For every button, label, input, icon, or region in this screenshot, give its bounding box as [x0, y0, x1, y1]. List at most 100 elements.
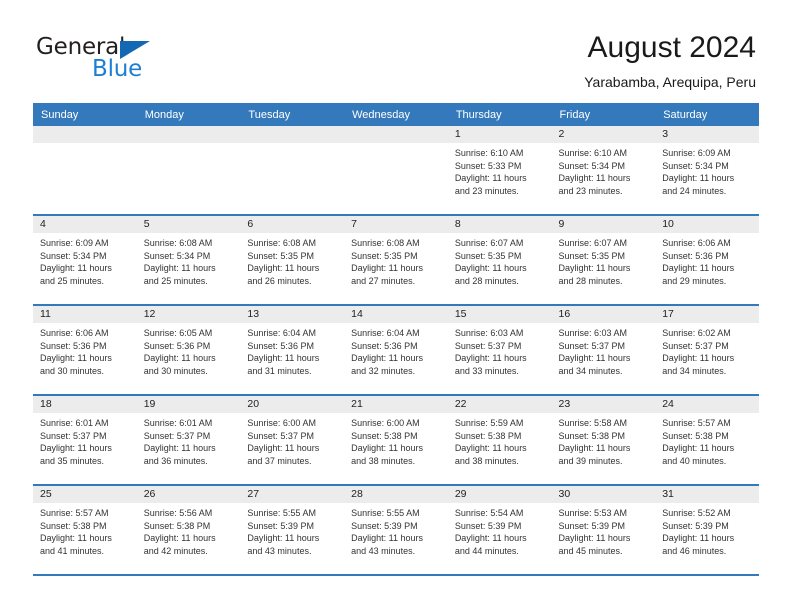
day-details: Sunrise: 6:09 AM Sunset: 5:34 PM Daylight:…	[655, 143, 759, 197]
sunset-time: Sunset: 5:37 PM	[247, 430, 314, 441]
day-cell: 1 Sunrise: 6:10 AM Sunset: 5:33 PM Daylight…	[447, 126, 552, 214]
day-cell: 15 Sunrise: 6:03 AM Sunset: 5:37 PM Dayligh…	[447, 306, 552, 394]
sunrise-time: Sunrise: 6:09 AM	[40, 238, 109, 248]
day-cell: 5 Sunrise: 6:08 AM Sunset: 5:34 PM Daylight…	[136, 216, 241, 304]
day-details: Sunrise: 5:55 AM Sunset: 5:39 PM Daylight:…	[240, 503, 344, 557]
day-number: 27	[240, 486, 345, 503]
day-number: 5	[136, 216, 241, 233]
day-number: 31	[655, 486, 759, 503]
day-details: Sunrise: 5:52 AM Sunset: 5:39 PM Daylight:…	[655, 503, 759, 557]
day-number: 24	[655, 396, 759, 413]
day-number: 28	[344, 486, 448, 503]
calendar-cell-day[interactable]: 15 Sunrise: 6:03 AM Sunset: 5:37 PM Dayligh…	[447, 305, 552, 396]
calendar-cell-day[interactable]: 9 Sunrise: 6:07 AM Sunset: 5:35 PM Daylight…	[551, 215, 656, 306]
daylight-duration-line2: and 28 minutes.	[558, 275, 623, 286]
sunset-time: Sunset: 5:38 PM	[351, 430, 418, 441]
sunrise-time: Sunrise: 5:55 AM	[247, 508, 316, 518]
calendar-cell-day[interactable]: 16 Sunrise: 6:03 AM Sunset: 5:37 PM Dayligh…	[551, 305, 656, 396]
day-number: 13	[240, 306, 345, 323]
sunrise-time: Sunrise: 6:10 AM	[558, 148, 628, 158]
calendar-cell-day[interactable]: 5 Sunrise: 6:08 AM Sunset: 5:34 PM Daylight…	[136, 215, 241, 306]
day-number: 14	[344, 306, 448, 323]
calendar-cell-day[interactable]: 22 Sunrise: 5:59 AM Sunset: 5:38 PM Dayligh…	[447, 395, 552, 486]
day-cell: 24 Sunrise: 5:57 AM Sunset: 5:38 PM Dayligh…	[655, 396, 759, 484]
calendar-cell-day[interactable]: 1 Sunrise: 6:10 AM Sunset: 5:33 PM Daylight…	[447, 126, 552, 216]
calendar-cell-day[interactable]: 10 Sunrise: 6:06 AM Sunset: 5:36 PM Dayligh…	[655, 215, 759, 306]
calendar-cell-day[interactable]: 14 Sunrise: 6:04 AM Sunset: 5:36 PM Dayligh…	[344, 305, 448, 396]
sunrise-time: Sunrise: 6:05 AM	[143, 328, 213, 338]
day-number: 18	[33, 396, 137, 413]
daylight-duration-line1: Daylight: 11 hours	[662, 353, 735, 364]
daylight-duration-line2: and 39 minutes.	[558, 455, 623, 466]
day-cell: 8 Sunrise: 6:07 AM Sunset: 5:35 PM Daylight…	[447, 216, 552, 304]
day-details: Sunrise: 6:00 AM Sunset: 5:38 PM Daylight:…	[344, 413, 448, 467]
sunrise-time: Sunrise: 6:01 AM	[143, 418, 213, 428]
calendar-cell-day[interactable]: 7 Sunrise: 6:08 AM Sunset: 5:35 PM Daylight…	[344, 215, 448, 306]
daylight-duration-line1: Daylight: 11 hours	[662, 263, 735, 274]
day-details: Sunrise: 6:05 AM Sunset: 5:36 PM Daylight:…	[137, 323, 241, 377]
daylight-duration-line1: Daylight: 11 hours	[247, 353, 320, 364]
calendar-cell-day[interactable]: 8 Sunrise: 6:07 AM Sunset: 5:35 PM Daylight…	[447, 215, 552, 306]
day-number: 9	[551, 216, 656, 233]
calendar-cell-day[interactable]: 11 Sunrise: 6:06 AM Sunset: 5:36 PM Dayligh…	[33, 305, 137, 396]
sunset-time: Sunset: 5:36 PM	[40, 340, 107, 351]
daylight-duration-line2: and 27 minutes.	[351, 275, 416, 286]
day-details: Sunrise: 6:04 AM Sunset: 5:36 PM Daylight:…	[344, 323, 448, 377]
calendar-cell-day[interactable]: 26 Sunrise: 5:56 AM Sunset: 5:38 PM Dayligh…	[136, 485, 241, 576]
sunset-time: Sunset: 5:37 PM	[40, 430, 107, 441]
daylight-duration-line1: Daylight: 11 hours	[454, 173, 527, 184]
daylight-duration-line2: and 46 minutes.	[662, 545, 727, 556]
day-cell: 9 Sunrise: 6:07 AM Sunset: 5:35 PM Daylight…	[551, 216, 656, 304]
calendar-cell-day[interactable]: 19 Sunrise: 6:01 AM Sunset: 5:37 PM Dayligh…	[136, 395, 241, 486]
calendar-cell-day[interactable]: 3 Sunrise: 6:09 AM Sunset: 5:34 PM Daylight…	[655, 126, 759, 216]
sunset-time: Sunset: 5:36 PM	[662, 250, 729, 261]
sunrise-time: Sunrise: 5:52 AM	[662, 508, 731, 518]
day-cell: 16 Sunrise: 6:03 AM Sunset: 5:37 PM Dayligh…	[551, 306, 656, 394]
calendar-cell-day[interactable]: 4 Sunrise: 6:09 AM Sunset: 5:34 PM Daylight…	[33, 215, 137, 306]
calendar-cell-day[interactable]: 24 Sunrise: 5:57 AM Sunset: 5:38 PM Dayligh…	[655, 395, 759, 486]
sunset-time: Sunset: 5:38 PM	[454, 430, 522, 441]
calendar-cell-day[interactable]: 29 Sunrise: 5:54 AM Sunset: 5:39 PM Dayligh…	[447, 485, 552, 576]
calendar-cell-day[interactable]: 21 Sunrise: 6:00 AM Sunset: 5:38 PM Dayligh…	[344, 395, 448, 486]
daylight-duration-line1: Daylight: 11 hours	[558, 443, 631, 454]
sunset-time: Sunset: 5:38 PM	[143, 520, 211, 531]
calendar-body: 1 Sunrise: 6:10 AM Sunset: 5:33 PM Daylight…	[33, 126, 759, 576]
daylight-duration-line1: Daylight: 11 hours	[558, 533, 631, 544]
daylight-duration-line1: Daylight: 11 hours	[454, 533, 527, 544]
daylight-duration-line2: and 36 minutes.	[143, 455, 208, 466]
day-details: Sunrise: 6:02 AM Sunset: 5:37 PM Daylight:…	[655, 323, 759, 377]
day-number: 3	[655, 126, 759, 143]
calendar-cell-day[interactable]: 20 Sunrise: 6:00 AM Sunset: 5:37 PM Dayligh…	[240, 395, 345, 486]
weekday-header-monday: Monday	[136, 103, 241, 126]
day-cell: 17 Sunrise: 6:02 AM Sunset: 5:37 PM Dayligh…	[655, 306, 759, 394]
day-cell: 25 Sunrise: 5:57 AM Sunset: 5:38 PM Dayligh…	[33, 486, 137, 574]
general-blue-logo[interactable]: General Blue	[36, 36, 206, 84]
daylight-duration-line1: Daylight: 11 hours	[143, 263, 216, 274]
daylight-duration-line2: and 44 minutes.	[454, 545, 519, 556]
calendar-cell-day[interactable]: 28 Sunrise: 5:55 AM Sunset: 5:39 PM Dayligh…	[344, 485, 448, 576]
daylight-duration-line1: Daylight: 11 hours	[558, 263, 631, 274]
calendar-cell-day[interactable]: 6 Sunrise: 6:08 AM Sunset: 5:35 PM Daylight…	[240, 215, 345, 306]
daylight-duration-line1: Daylight: 11 hours	[143, 443, 216, 454]
calendar-cell-day[interactable]: 2 Sunrise: 6:10 AM Sunset: 5:34 PM Daylight…	[551, 126, 656, 216]
sunset-time: Sunset: 5:37 PM	[662, 340, 729, 351]
calendar-cell-day[interactable]: 31 Sunrise: 5:52 AM Sunset: 5:39 PM Dayligh…	[655, 485, 759, 576]
calendar-cell-day[interactable]: 13 Sunrise: 6:04 AM Sunset: 5:36 PM Dayligh…	[240, 305, 345, 396]
title-block: August 2024 Yarabamba, Arequipa, Peru	[584, 30, 756, 92]
calendar-cell-day[interactable]: 12 Sunrise: 6:05 AM Sunset: 5:36 PM Dayligh…	[136, 305, 241, 396]
calendar-cell-day[interactable]: 17 Sunrise: 6:02 AM Sunset: 5:37 PM Dayligh…	[655, 305, 759, 396]
day-number: 15	[447, 306, 552, 323]
daylight-duration-line2: and 41 minutes.	[40, 545, 105, 556]
daylight-duration-line2: and 42 minutes.	[143, 545, 208, 556]
calendar-cell-day[interactable]: 27 Sunrise: 5:55 AM Sunset: 5:39 PM Dayligh…	[240, 485, 345, 576]
calendar-cell-day[interactable]: 23 Sunrise: 5:58 AM Sunset: 5:38 PM Dayligh…	[551, 395, 656, 486]
calendar-cell-day[interactable]: 18 Sunrise: 6:01 AM Sunset: 5:37 PM Dayligh…	[33, 395, 137, 486]
sunrise-time: Sunrise: 6:00 AM	[351, 418, 420, 428]
calendar-cell-day[interactable]: 25 Sunrise: 5:57 AM Sunset: 5:38 PM Dayligh…	[33, 485, 137, 576]
calendar-cell-empty	[240, 126, 345, 216]
day-number: 16	[551, 306, 656, 323]
calendar-cell-day[interactable]: 30 Sunrise: 5:53 AM Sunset: 5:39 PM Dayligh…	[551, 485, 656, 576]
sunset-time: Sunset: 5:39 PM	[351, 520, 418, 531]
daylight-duration-line1: Daylight: 11 hours	[351, 263, 423, 274]
sunrise-time: Sunrise: 6:04 AM	[247, 328, 316, 338]
